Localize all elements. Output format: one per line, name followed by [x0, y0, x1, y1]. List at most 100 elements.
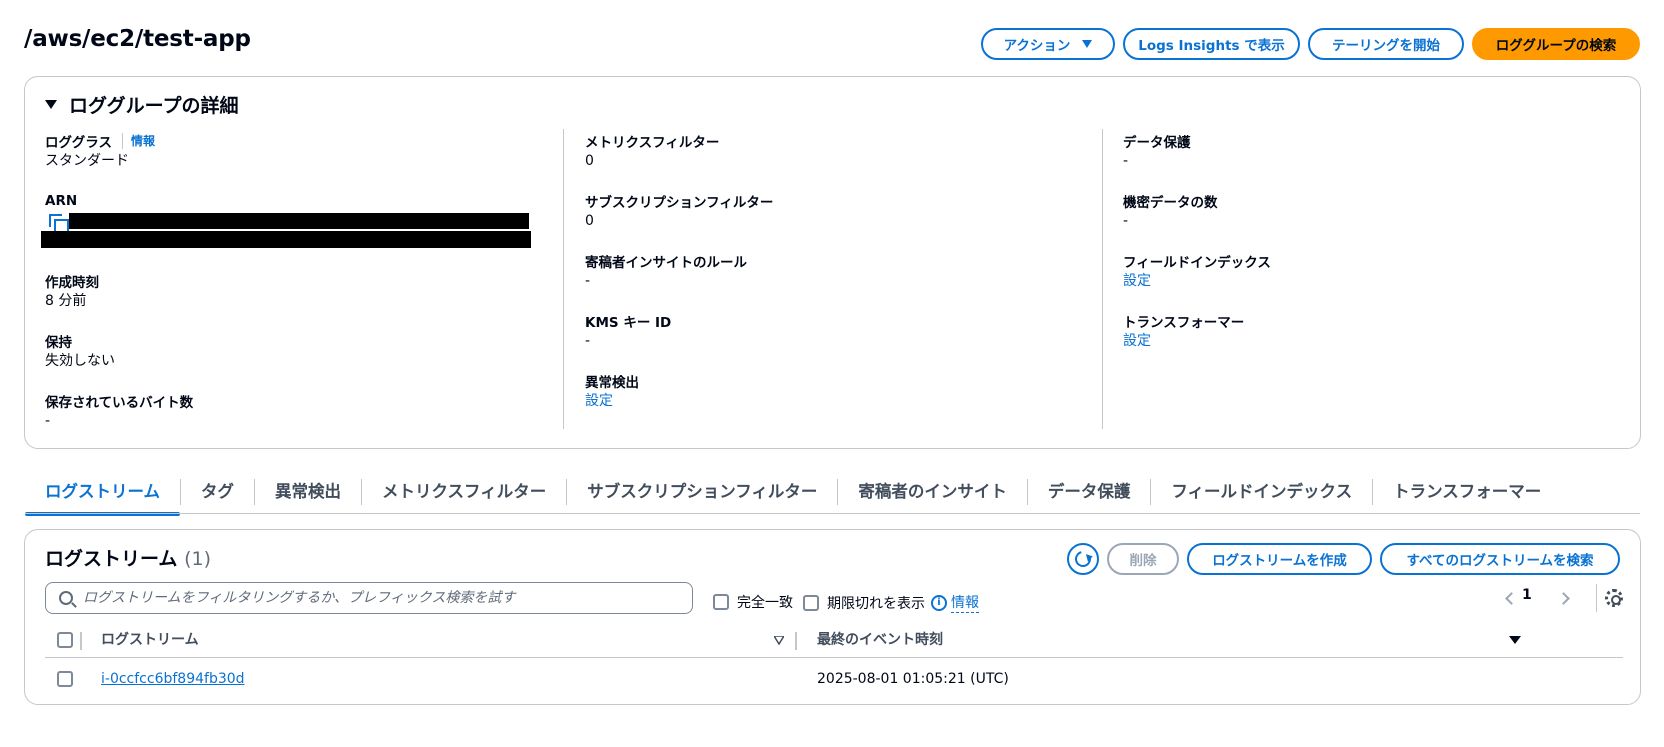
last-event-time: 2025-08-01 01:05:21 (UTC): [817, 671, 1009, 687]
refresh-icon: [1072, 548, 1094, 570]
field-index-field: フィールドインデックス 設定: [1123, 251, 1271, 291]
column-separator: [795, 632, 797, 650]
subscription-filters-label: サブスクリプションフィルター: [585, 195, 774, 211]
collapse-triangle-icon: [45, 100, 57, 109]
column-divider: [563, 129, 564, 429]
page-title: /aws/ec2/test-app: [24, 26, 251, 52]
subscription-filters-value: 0: [585, 213, 594, 229]
contributor-rules-value: -: [585, 273, 591, 289]
start-tailing-button[interactable]: テーリングを開始: [1308, 28, 1464, 60]
logs-insights-button[interactable]: Logs Insights で表示: [1123, 28, 1300, 60]
tab-subscription-filters[interactable]: サブスクリプションフィルター: [567, 472, 837, 512]
details-heading[interactable]: ロググループの詳細: [45, 91, 238, 118]
kms-key-label: KMS キー ID: [585, 315, 672, 331]
log-class-info-link[interactable]: 情報: [121, 133, 155, 149]
delete-button[interactable]: 削除: [1107, 543, 1179, 575]
tab-tags[interactable]: タグ: [181, 472, 254, 512]
stored-bytes-value: -: [45, 413, 51, 429]
info-link[interactable]: i 情報: [931, 592, 979, 613]
log-streams-title: ログストリーム: [45, 548, 178, 570]
log-class-label: ロググラス: [45, 135, 112, 151]
tab-anomaly-detection[interactable]: 異常検出: [255, 472, 361, 512]
chevron-left-icon[interactable]: [1505, 592, 1518, 605]
exact-match-checkbox[interactable]: [713, 594, 729, 610]
tab-bar: ログストリーム タグ 異常検出 メトリクスフィルター サブスクリプションフィルタ…: [25, 472, 1561, 516]
retention-value: 失効しない: [45, 353, 115, 369]
transformer-field: トランスフォーマー 設定: [1123, 311, 1244, 351]
log-class-value: スタンダード: [45, 153, 129, 169]
log-streams-count: (1): [184, 548, 211, 570]
sort-descending-icon[interactable]: [1509, 636, 1521, 645]
create-log-stream-button[interactable]: ログストリームを作成: [1187, 543, 1372, 575]
details-heading-text: ロググループの詳細: [69, 95, 239, 117]
caret-down-icon: [1082, 40, 1093, 48]
retention-label: 保持: [45, 335, 72, 351]
arn-redacted-line-2: [41, 231, 531, 248]
show-expired-option[interactable]: 期限切れを表示 i 情報: [803, 592, 979, 613]
column-header-log-stream[interactable]: ログストリーム: [101, 622, 199, 658]
anomaly-detection-label: 異常検出: [585, 375, 639, 391]
column-header-last-event-time[interactable]: 最終のイベント時刻: [817, 622, 943, 658]
stored-bytes-field: 保存されているバイト数 -: [45, 391, 193, 431]
retention-field: 保持 失効しない: [45, 331, 115, 371]
created-field: 作成時刻 8 分前: [45, 271, 99, 311]
column-divider: [1102, 129, 1103, 429]
table-header: ログストリーム 最終のイベント時刻: [45, 622, 1623, 658]
actions-label: アクション: [1003, 38, 1071, 54]
search-log-group-button[interactable]: ロググループの検索: [1472, 28, 1640, 60]
tab-data-protection[interactable]: データ保護: [1028, 472, 1151, 512]
metric-filters-label: メトリクスフィルター: [585, 135, 720, 151]
kms-key-value: -: [585, 333, 591, 349]
data-protection-label: データ保護: [1123, 135, 1191, 151]
transformer-label: トランスフォーマー: [1123, 315, 1245, 331]
transformer-configure-link[interactable]: 設定: [1123, 331, 1244, 351]
sensitive-data-count-label: 機密データの数: [1123, 195, 1218, 211]
tab-metric-filters[interactable]: メトリクスフィルター: [362, 472, 566, 512]
metric-filters-value: 0: [585, 153, 594, 169]
created-label: 作成時刻: [45, 275, 99, 291]
exact-match-option[interactable]: 完全一致: [713, 592, 793, 612]
sensitive-data-count-value: -: [1123, 213, 1129, 229]
info-icon: i: [931, 594, 947, 611]
sensitive-data-count-field: 機密データの数 -: [1123, 191, 1218, 231]
pager-separator: [1596, 584, 1597, 612]
log-streams-panel: ログストリーム (1) 削除 ログストリームを作成 すべてのログストリームを検索…: [24, 529, 1641, 705]
show-expired-label: 期限切れを表示: [827, 595, 925, 612]
tab-log-streams[interactable]: ログストリーム: [25, 472, 181, 516]
tab-transformers[interactable]: トランスフォーマー: [1373, 472, 1561, 512]
search-all-log-streams-button[interactable]: すべてのログストリームを検索: [1380, 543, 1620, 575]
show-expired-checkbox[interactable]: [803, 594, 819, 611]
tab-field-indexes[interactable]: フィールドインデックス: [1151, 472, 1372, 512]
field-index-configure-link[interactable]: 設定: [1123, 271, 1271, 291]
column-separator: [80, 632, 82, 650]
row-checkbox[interactable]: [57, 671, 73, 687]
created-value: 8 分前: [45, 293, 87, 309]
kms-key-field: KMS キー ID -: [585, 311, 671, 351]
arn-field: ARN: [41, 191, 535, 255]
search-icon: [59, 591, 73, 605]
subscription-filters-field: サブスクリプションフィルター 0: [585, 191, 773, 231]
gear-icon[interactable]: [1605, 589, 1623, 607]
tabs-underline: [25, 513, 1640, 514]
data-protection-value: -: [1123, 153, 1129, 169]
stored-bytes-label: 保存されているバイト数: [45, 395, 194, 411]
log-stream-search-input[interactable]: [83, 590, 663, 606]
anomaly-detection-field: 異常検出 設定: [585, 371, 639, 411]
select-all-checkbox[interactable]: [57, 632, 73, 648]
anomaly-configure-link[interactable]: 設定: [585, 391, 639, 411]
copy-icon[interactable]: [49, 214, 69, 234]
actions-dropdown-button[interactable]: アクション: [981, 28, 1115, 60]
sort-icon[interactable]: [774, 636, 784, 645]
arn-redacted-line-1: [69, 213, 529, 229]
page-number[interactable]: 1: [1522, 587, 1532, 603]
chevron-right-icon[interactable]: [1557, 592, 1570, 605]
log-stream-search-box[interactable]: [45, 582, 693, 614]
log-class-field: ロググラス 情報 スタンダード: [45, 131, 155, 171]
table-row: i-0ccfcc6bf894fb30d 2025-08-01 01:05:21 …: [45, 660, 1623, 698]
arn-label: ARN: [45, 193, 78, 209]
refresh-button[interactable]: [1067, 543, 1099, 575]
exact-match-label: 完全一致: [737, 595, 793, 611]
log-stream-name-link[interactable]: i-0ccfcc6bf894fb30d: [101, 660, 245, 698]
tab-contributor-insights[interactable]: 寄稿者のインサイト: [838, 472, 1027, 512]
contributor-rules-field: 寄稿者インサイトのルール -: [585, 251, 747, 291]
